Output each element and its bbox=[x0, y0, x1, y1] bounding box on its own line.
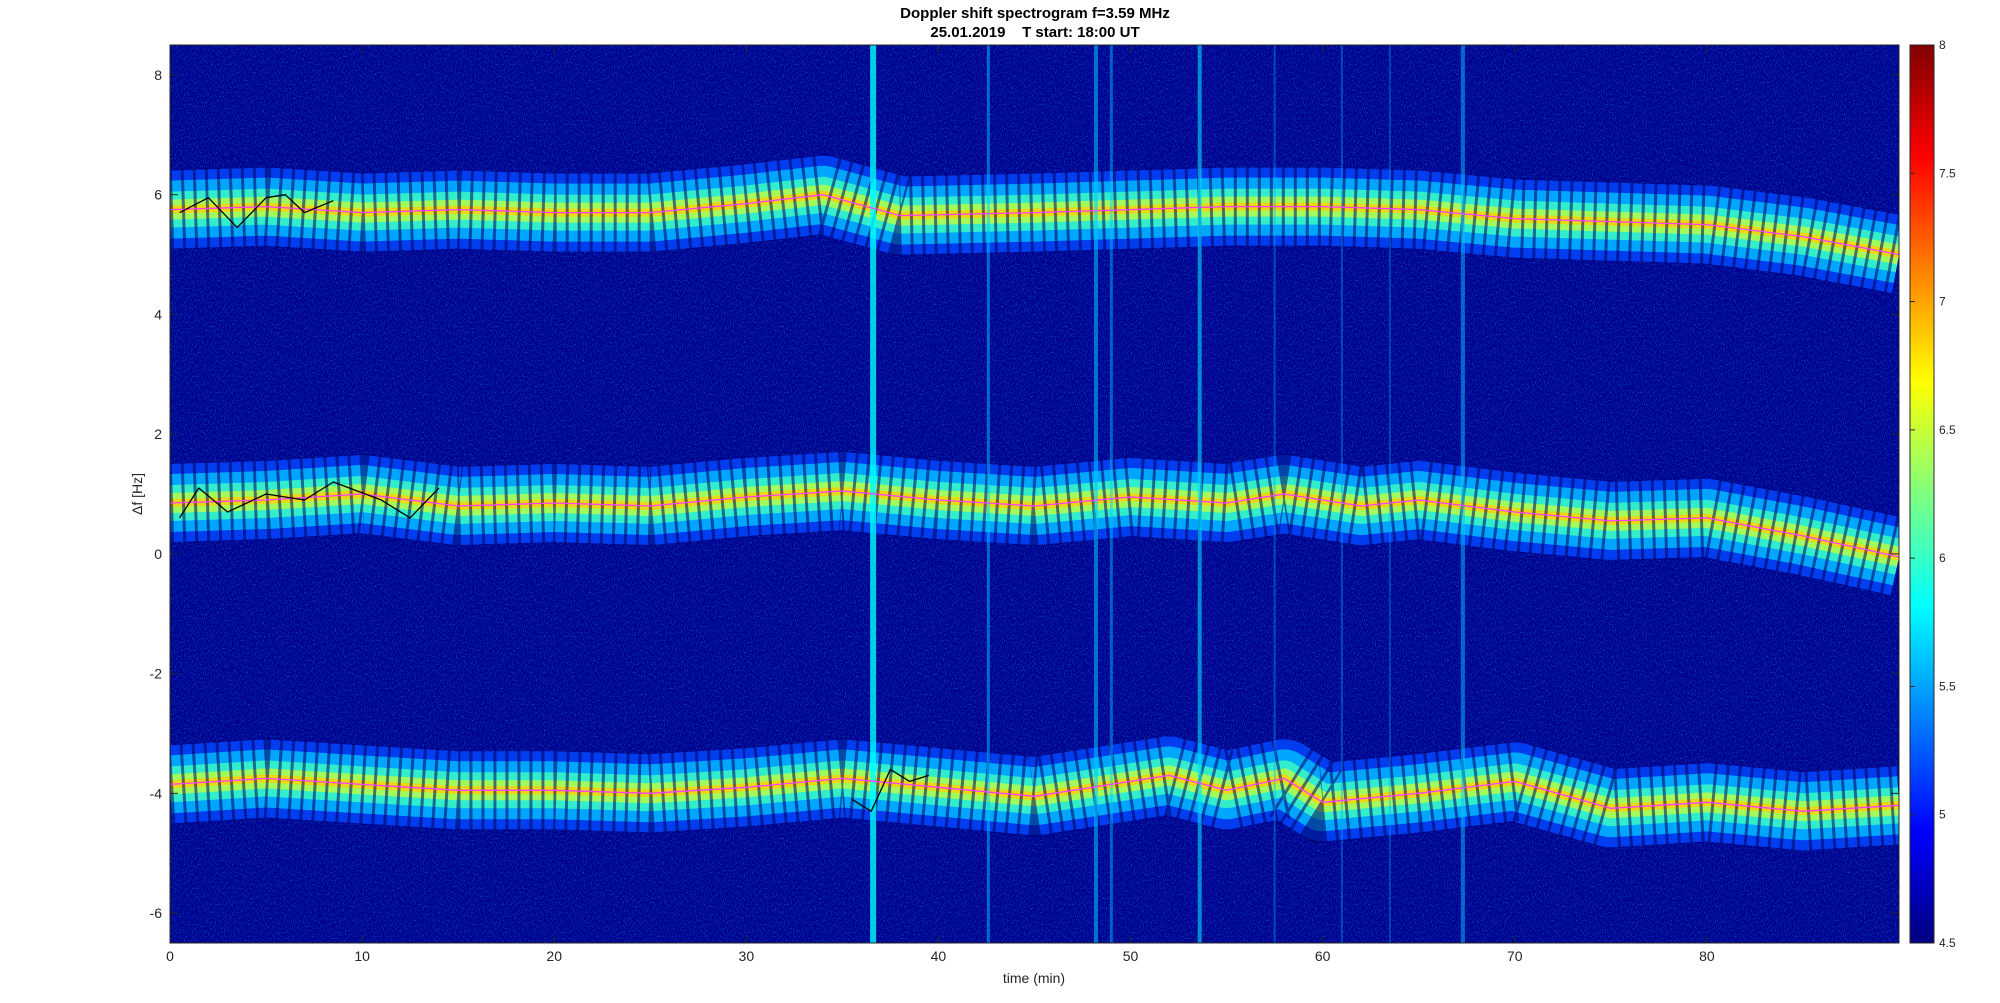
x-tick-label: 80 bbox=[1699, 948, 1715, 964]
colorbar-tick-label: 7.5 bbox=[1939, 166, 1956, 180]
colorbar-tick-label: 8 bbox=[1939, 38, 1946, 52]
y-tick-label: -6 bbox=[150, 905, 163, 921]
x-axis-label: time (min) bbox=[1003, 970, 1065, 986]
colorbar-tick-label: 6.5 bbox=[1939, 423, 1956, 437]
interference-stripe bbox=[1388, 45, 1391, 943]
y-tick-label: 8 bbox=[154, 67, 162, 83]
chart-title: Doppler shift spectrogram f=3.59 MHz bbox=[900, 5, 1170, 22]
chart-subtitle: 25.01.2019 T start: 18:00 UT bbox=[930, 24, 1139, 41]
y-tick-label: -4 bbox=[150, 785, 163, 801]
colorbar-tick-label: 7 bbox=[1939, 295, 1946, 309]
interference-stripe bbox=[1273, 45, 1276, 943]
y-axis-label: Δf [Hz] bbox=[129, 473, 145, 515]
colorbar-gradient bbox=[1909, 44, 1935, 944]
x-tick-label: 20 bbox=[546, 948, 562, 964]
interference-stripe bbox=[1093, 45, 1098, 943]
x-tick-label: 30 bbox=[739, 948, 755, 964]
interference-stripe bbox=[1460, 45, 1465, 943]
interference-stripe bbox=[1197, 45, 1202, 943]
plot-area bbox=[170, 45, 1899, 943]
interference-stripe bbox=[1340, 45, 1343, 943]
x-tick-label: 50 bbox=[1123, 948, 1139, 964]
spectrogram-figure: Doppler shift spectrogram f=3.59 MHz 25.… bbox=[129, 5, 1956, 986]
y-tick-label: 6 bbox=[154, 187, 162, 203]
interference-stripe bbox=[1109, 45, 1113, 943]
y-tick-label: -2 bbox=[150, 666, 163, 682]
colorbar-tick-label: 5 bbox=[1939, 808, 1946, 822]
y-tick-label: 4 bbox=[154, 306, 162, 322]
x-tick-label: 0 bbox=[166, 948, 174, 964]
colorbar-tick-label: 6 bbox=[1939, 551, 1946, 565]
x-tick-label: 10 bbox=[354, 948, 370, 964]
interference-stripe bbox=[986, 45, 990, 943]
colorbar-tick-label: 4.5 bbox=[1939, 936, 1956, 950]
y-tick-label: 0 bbox=[154, 546, 162, 562]
colorbar-tick-label: 5.5 bbox=[1939, 679, 1956, 693]
x-tick-label: 60 bbox=[1315, 948, 1331, 964]
x-tick-label: 40 bbox=[931, 948, 947, 964]
y-tick-label: 2 bbox=[154, 426, 162, 442]
colorbar: 4.5 5 5.5 6 6.5 7 7.5 8 bbox=[1909, 38, 1956, 950]
x-tick-label: 70 bbox=[1507, 948, 1523, 964]
